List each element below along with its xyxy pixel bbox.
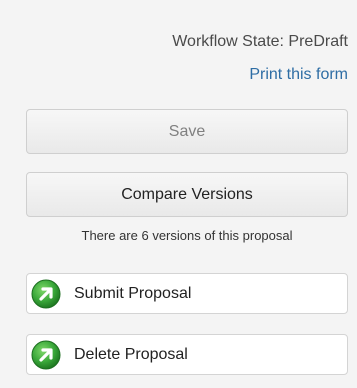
save-button-label: Save bbox=[168, 122, 206, 140]
submit-proposal-button[interactable]: Submit Proposal bbox=[26, 273, 348, 314]
save-button[interactable]: Save bbox=[26, 109, 348, 154]
proposal-actions-panel: Workflow State: PreDraft Print this form… bbox=[0, 0, 357, 388]
submit-proposal-label: Submit Proposal bbox=[74, 284, 192, 302]
green-arrow-up-right-icon bbox=[31, 279, 61, 309]
compare-versions-label: Compare Versions bbox=[121, 185, 253, 203]
green-arrow-up-right-icon bbox=[31, 340, 61, 370]
print-form-link[interactable]: Print this form bbox=[249, 66, 348, 84]
workflow-state-label: Workflow State: PreDraft bbox=[172, 33, 348, 50]
compare-versions-button[interactable]: Compare Versions bbox=[26, 172, 348, 217]
versions-count-note: There are 6 versions of this proposal bbox=[81, 228, 293, 243]
delete-proposal-button[interactable]: Delete Proposal bbox=[26, 334, 348, 375]
delete-proposal-label: Delete Proposal bbox=[74, 345, 188, 363]
